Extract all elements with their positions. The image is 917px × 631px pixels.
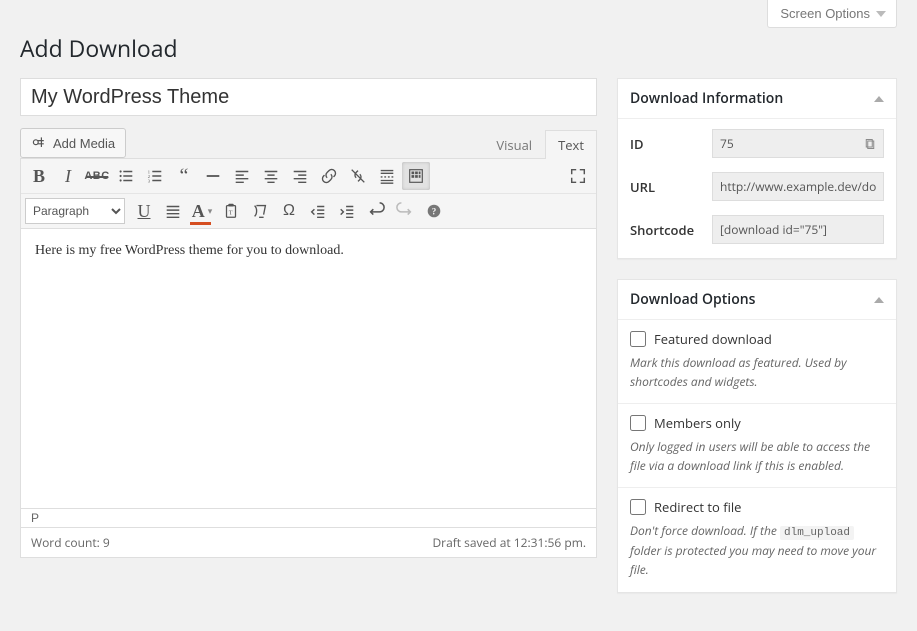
add-media-label: Add Media xyxy=(53,136,115,151)
media-icon xyxy=(31,135,47,151)
copy-icon xyxy=(864,138,876,150)
link-button[interactable] xyxy=(315,162,343,190)
format-select[interactable]: Paragraph xyxy=(25,198,125,224)
align-center-button[interactable] xyxy=(257,162,285,190)
help-button[interactable]: ? xyxy=(420,197,448,225)
word-count-label: Word count: 9 xyxy=(31,534,110,551)
blockquote-button[interactable]: “ xyxy=(170,162,198,190)
unlink-button[interactable] xyxy=(344,162,372,190)
text-color-button[interactable]: A▾ xyxy=(188,197,216,225)
hr-button[interactable] xyxy=(199,162,227,190)
url-label: URL xyxy=(630,178,702,196)
add-media-button[interactable]: Add Media xyxy=(20,128,126,158)
collapse-toggle-icon[interactable] xyxy=(874,96,884,102)
svg-text:T: T xyxy=(229,210,233,217)
tab-visual[interactable]: Visual xyxy=(483,130,545,159)
featured-download-checkbox[interactable]: Featured download xyxy=(630,330,884,348)
url-field[interactable]: http://www.example.dev/down xyxy=(712,172,884,201)
download-information-title: Download Information xyxy=(630,89,783,108)
paste-text-button[interactable]: T xyxy=(217,197,245,225)
autosave-label: Draft saved at 12:31:56 pm. xyxy=(432,534,586,551)
bold-button[interactable]: B xyxy=(25,162,53,190)
align-right-button[interactable] xyxy=(286,162,314,190)
screen-options-label: Screen Options xyxy=(780,6,870,21)
id-label: ID xyxy=(630,135,702,153)
bullet-list-button[interactable] xyxy=(112,162,140,190)
members-only-checkbox[interactable]: Members only xyxy=(630,414,884,432)
underline-button[interactable]: U xyxy=(130,197,158,225)
tab-text[interactable]: Text xyxy=(545,130,597,159)
post-title-input[interactable] xyxy=(20,78,597,116)
fullscreen-button[interactable] xyxy=(564,162,592,190)
align-justify-button[interactable] xyxy=(159,197,187,225)
numbered-list-button[interactable]: 123 xyxy=(141,162,169,190)
featured-download-desc: Mark this download as featured. Used by … xyxy=(630,354,884,391)
chevron-down-icon xyxy=(876,11,886,17)
download-options-box: Download Options Featured download Mark … xyxy=(617,279,897,593)
download-information-box: Download Information ID 75 xyxy=(617,78,897,259)
italic-button[interactable]: I xyxy=(54,162,82,190)
redo-button[interactable] xyxy=(391,197,419,225)
align-left-button[interactable] xyxy=(228,162,256,190)
editor-content-area[interactable]: Here is my free WordPress theme for you … xyxy=(20,229,597,509)
shortcode-field[interactable]: [download id="75"] xyxy=(712,215,884,244)
undo-button[interactable] xyxy=(362,197,390,225)
outdent-button[interactable] xyxy=(304,197,332,225)
id-field[interactable]: 75 xyxy=(712,129,884,158)
clear-formatting-button[interactable] xyxy=(246,197,274,225)
special-char-button[interactable]: Ω xyxy=(275,197,303,225)
download-options-title: Download Options xyxy=(630,290,755,309)
toolbar-toggle-button[interactable] xyxy=(402,162,430,190)
indent-button[interactable] xyxy=(333,197,361,225)
svg-text:?: ? xyxy=(432,207,437,217)
shortcode-label: Shortcode xyxy=(630,221,702,239)
screen-options-button[interactable]: Screen Options xyxy=(767,0,897,28)
strikethrough-button[interactable]: ABC xyxy=(83,162,111,190)
svg-text:3: 3 xyxy=(148,178,151,183)
redirect-file-desc: Don't force download. If the dlm_upload … xyxy=(630,522,884,579)
redirect-file-checkbox[interactable]: Redirect to file xyxy=(630,498,884,516)
members-only-desc: Only logged in users will be able to acc… xyxy=(630,438,884,475)
editor-toolbar: B I ABC 123 “ xyxy=(20,158,597,229)
insert-more-button[interactable] xyxy=(373,162,401,190)
page-title: Add Download xyxy=(20,32,897,64)
editor-path-bar: P xyxy=(20,509,597,528)
collapse-toggle-icon[interactable] xyxy=(874,297,884,303)
